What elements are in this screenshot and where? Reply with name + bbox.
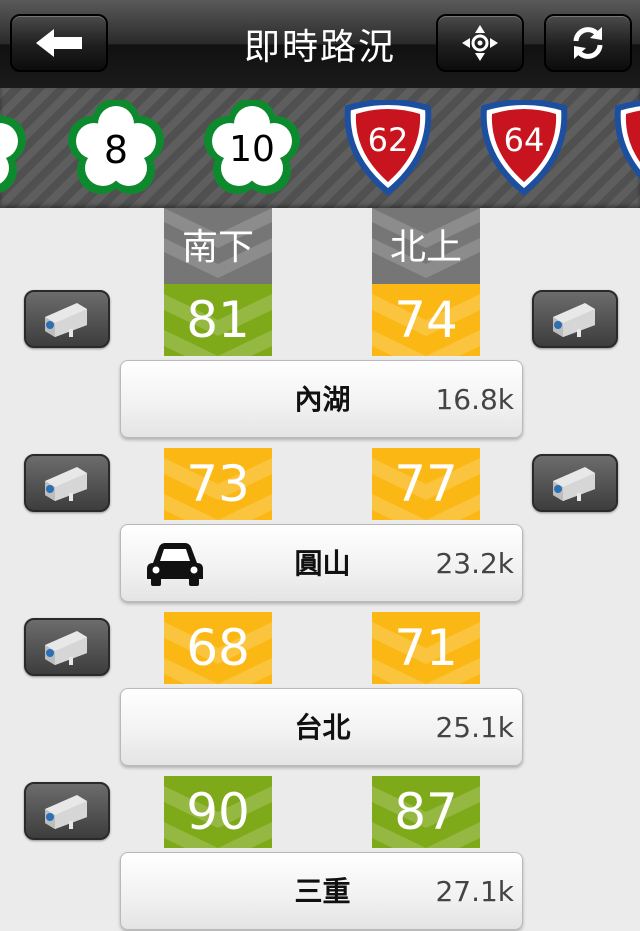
highway-selector[interactable]: 8 10 62 64: [0, 88, 640, 208]
camera-button-south-1[interactable]: [24, 290, 110, 348]
speed-south-segment-1[interactable]: 81: [164, 284, 272, 356]
highway-number: 62: [367, 121, 409, 159]
highway-64-badge[interactable]: 64: [478, 99, 570, 196]
back-arrow-icon: [36, 29, 82, 57]
page-title: 即時路況: [243, 27, 396, 68]
camera-button-south-4[interactable]: [24, 782, 110, 840]
camera-icon: [45, 795, 87, 829]
speed-value: 87: [394, 783, 458, 841]
provincial-highway-shield-icon[interactable]: [612, 100, 640, 196]
speed-value: 74: [394, 291, 458, 349]
highway-8-badge[interactable]: 8: [68, 98, 164, 196]
speed-value: 77: [394, 455, 458, 513]
speed-north-segment-4[interactable]: 87: [372, 776, 480, 848]
station-distance: 25.1k: [435, 711, 514, 744]
speed-north-segment-2[interactable]: 77: [372, 448, 480, 520]
station-distance: 27.1k: [435, 875, 514, 908]
highway-62-badge[interactable]: 62: [342, 99, 434, 196]
highway-number: 8: [103, 128, 129, 172]
direction-north-label: 北上: [389, 227, 462, 268]
refresh-button[interactable]: [544, 14, 632, 72]
speed-south-segment-2[interactable]: 73: [164, 448, 272, 520]
speed-value: 71: [394, 619, 458, 677]
traffic-list: 南下 北上 81 74 內湖 16.8k 73 77 圓山 23.2k 68 7…: [0, 208, 640, 930]
refresh-icon: [573, 27, 603, 59]
crosshair-icon: [462, 25, 498, 61]
direction-south-label: 南下: [181, 227, 254, 268]
highway-10-badge[interactable]: 10: [204, 98, 300, 196]
speed-north-segment-3[interactable]: 71: [372, 612, 480, 684]
camera-icon: [45, 303, 87, 337]
camera-icon: [553, 467, 595, 501]
speed-value: 81: [186, 291, 250, 349]
direction-south-header: 南下: [164, 208, 272, 284]
camera-icon: [45, 631, 87, 665]
camera-icon: [45, 467, 87, 501]
speed-south-segment-3[interactable]: 68: [164, 612, 272, 684]
camera-button-north-2[interactable]: [532, 454, 618, 512]
direction-north-header: 北上: [372, 208, 480, 284]
speed-value: 90: [186, 783, 250, 841]
back-button[interactable]: [10, 14, 108, 72]
station-row[interactable]: 圓山 23.2k: [120, 524, 523, 602]
camera-icon: [553, 303, 595, 337]
camera-button-south-2[interactable]: [24, 454, 110, 512]
station-distance: 16.8k: [435, 383, 514, 416]
highway-number: 64: [503, 121, 545, 159]
speed-north-segment-1[interactable]: 74: [372, 284, 480, 356]
top-bar: 即時路況: [0, 0, 640, 88]
speed-value: 68: [186, 619, 250, 677]
speed-value: 73: [186, 455, 250, 513]
national-highway-badge[interactable]: [0, 100, 26, 196]
station-row[interactable]: 三重 27.1k: [120, 852, 523, 930]
camera-button-north-1[interactable]: [532, 290, 618, 348]
station-distance: 23.2k: [435, 547, 514, 580]
speed-south-segment-4[interactable]: 90: [164, 776, 272, 848]
station-row[interactable]: 內湖 16.8k: [120, 360, 523, 438]
highway-number: 10: [229, 129, 275, 170]
camera-button-south-3[interactable]: [24, 618, 110, 676]
station-row[interactable]: 台北 25.1k: [120, 688, 523, 766]
locate-button[interactable]: [436, 14, 524, 72]
